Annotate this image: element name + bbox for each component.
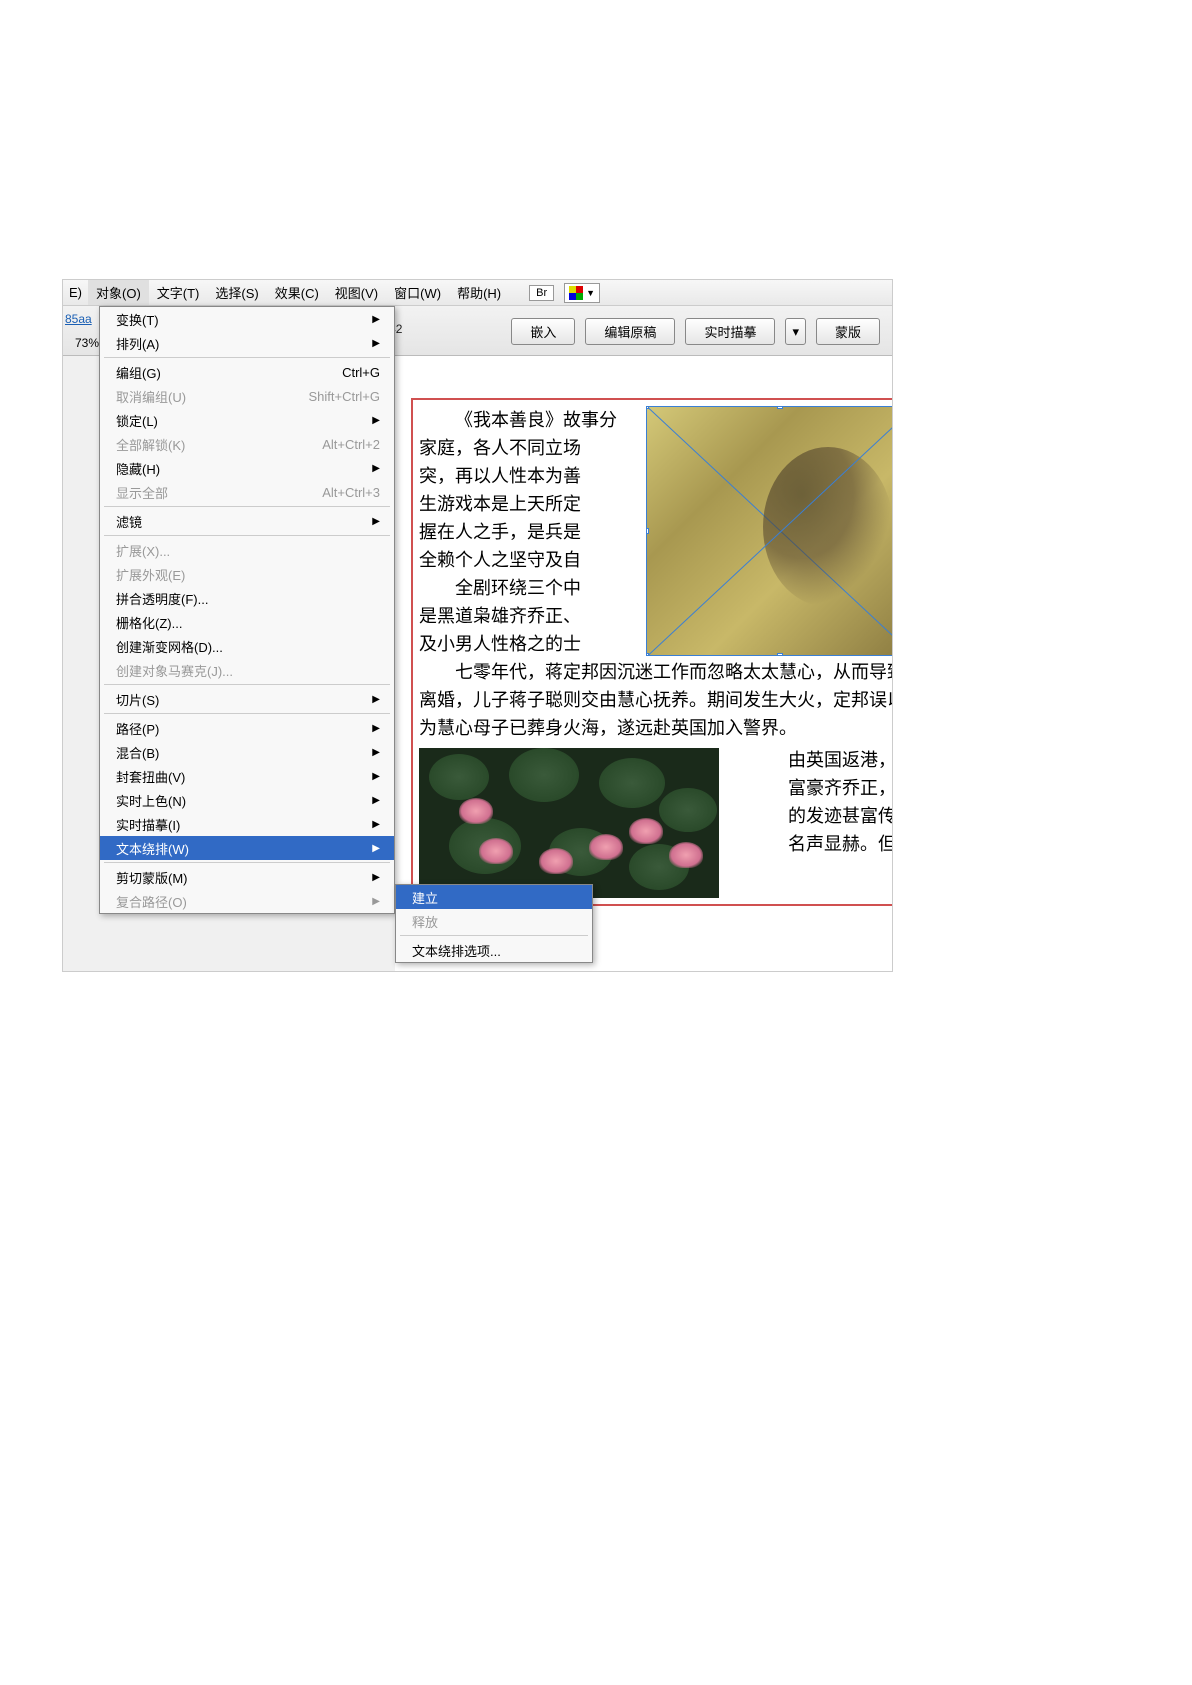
body-paragraph: 七零年代，蒋定邦因沉迷工作而忽略太太慧心，从而导致离婚，儿子蒋子聪则交由慧心抚养… [419,658,892,742]
placed-image-portrait[interactable] [646,406,892,656]
menu-path[interactable]: 路径(P)▶ [100,716,394,740]
zoom-level: 73% [75,336,99,350]
menu-text-wrap[interactable]: 文本绕排(W)▶ [100,836,394,860]
menu-expand: 扩展(X)... [100,538,394,562]
menu-view[interactable]: 视图(V) [327,280,386,305]
menu-clipping-mask[interactable]: 剪切蒙版(M)▶ [100,865,394,889]
menu-ungroup: 取消编组(U)Shift+Ctrl+G [100,384,394,408]
placed-image-lotus[interactable] [419,748,719,898]
menu-group[interactable]: 编组(G)Ctrl+G [100,360,394,384]
canvas[interactable]: 《我本善良》故事分 家庭，各人不同立场 突，再以人性本为善 生游戏本是上天所定 … [395,356,892,971]
embed-button[interactable]: 嵌入 [511,318,575,345]
menu-show-all: 显示全部Alt+Ctrl+3 [100,480,394,504]
menu-type[interactable]: 文字(T) [149,280,208,305]
menu-effect[interactable]: 效果(C) [267,280,327,305]
menu-object[interactable]: 对象(O) [88,280,149,305]
edit-original-button[interactable]: 编辑原稿 [585,318,675,345]
menu-object-mosaic: 创建对象马赛克(J)... [100,658,394,682]
arrange-docs-icon[interactable]: ▼ [564,283,600,303]
menu-help[interactable]: 帮助(H) [449,280,509,305]
menu-filter[interactable]: 滤镜▶ [100,509,394,533]
menu-live-trace[interactable]: 实时描摹(I)▶ [100,812,394,836]
file-tab[interactable]: 85aa [65,312,92,326]
submenu-options[interactable]: 文本绕排选项... [396,938,592,962]
text-wrap-submenu: 建立 释放 文本绕排选项... [395,884,593,963]
menu-select[interactable]: 选择(S) [207,280,266,305]
menu-rasterize[interactable]: 栅格化(Z)... [100,610,394,634]
menu-unlock-all: 全部解锁(K)Alt+Ctrl+2 [100,432,394,456]
menu-live-paint[interactable]: 实时上色(N)▶ [100,788,394,812]
menu-window[interactable]: 窗口(W) [386,280,449,305]
menu-hide[interactable]: 隐藏(H)▶ [100,456,394,480]
menu-edge-item[interactable]: E) [63,282,88,303]
menubar: E) 对象(O) 文字(T) 选择(S) 效果(C) 视图(V) 窗口(W) 帮… [63,280,892,306]
live-trace-dropdown[interactable]: ▾ [785,318,806,345]
bridge-icon[interactable]: Br [529,285,554,301]
menu-envelope-distort[interactable]: 封套扭曲(V)▶ [100,764,394,788]
submenu-release: 释放 [396,909,592,933]
mask-button[interactable]: 蒙版 [816,318,880,345]
menu-slice[interactable]: 切片(S)▶ [100,687,394,711]
menu-compound-path: 复合路径(O)▶ [100,889,394,913]
menu-transform[interactable]: 变换(T)▶ [100,307,394,331]
object-menu: 变换(T)▶ 排列(A)▶ 编组(G)Ctrl+G 取消编组(U)Shift+C… [99,306,395,914]
submenu-make[interactable]: 建立 [396,885,592,909]
menu-flatten-transparency[interactable]: 拼合透明度(F)... [100,586,394,610]
text-frame[interactable]: 《我本善良》故事分 家庭，各人不同立场 突，再以人性本为善 生游戏本是上天所定 … [411,398,892,906]
menu-arrange[interactable]: 排列(A)▶ [100,331,394,355]
menu-blend[interactable]: 混合(B)▶ [100,740,394,764]
menu-lock[interactable]: 锁定(L)▶ [100,408,394,432]
live-trace-button[interactable]: 实时描摹 [685,318,775,345]
menu-expand-appearance: 扩展外观(E) [100,562,394,586]
menu-gradient-mesh[interactable]: 创建渐变网格(D)... [100,634,394,658]
app-window: E) 对象(O) 文字(T) 选择(S) 效果(C) 视图(V) 窗口(W) 帮… [62,279,893,972]
